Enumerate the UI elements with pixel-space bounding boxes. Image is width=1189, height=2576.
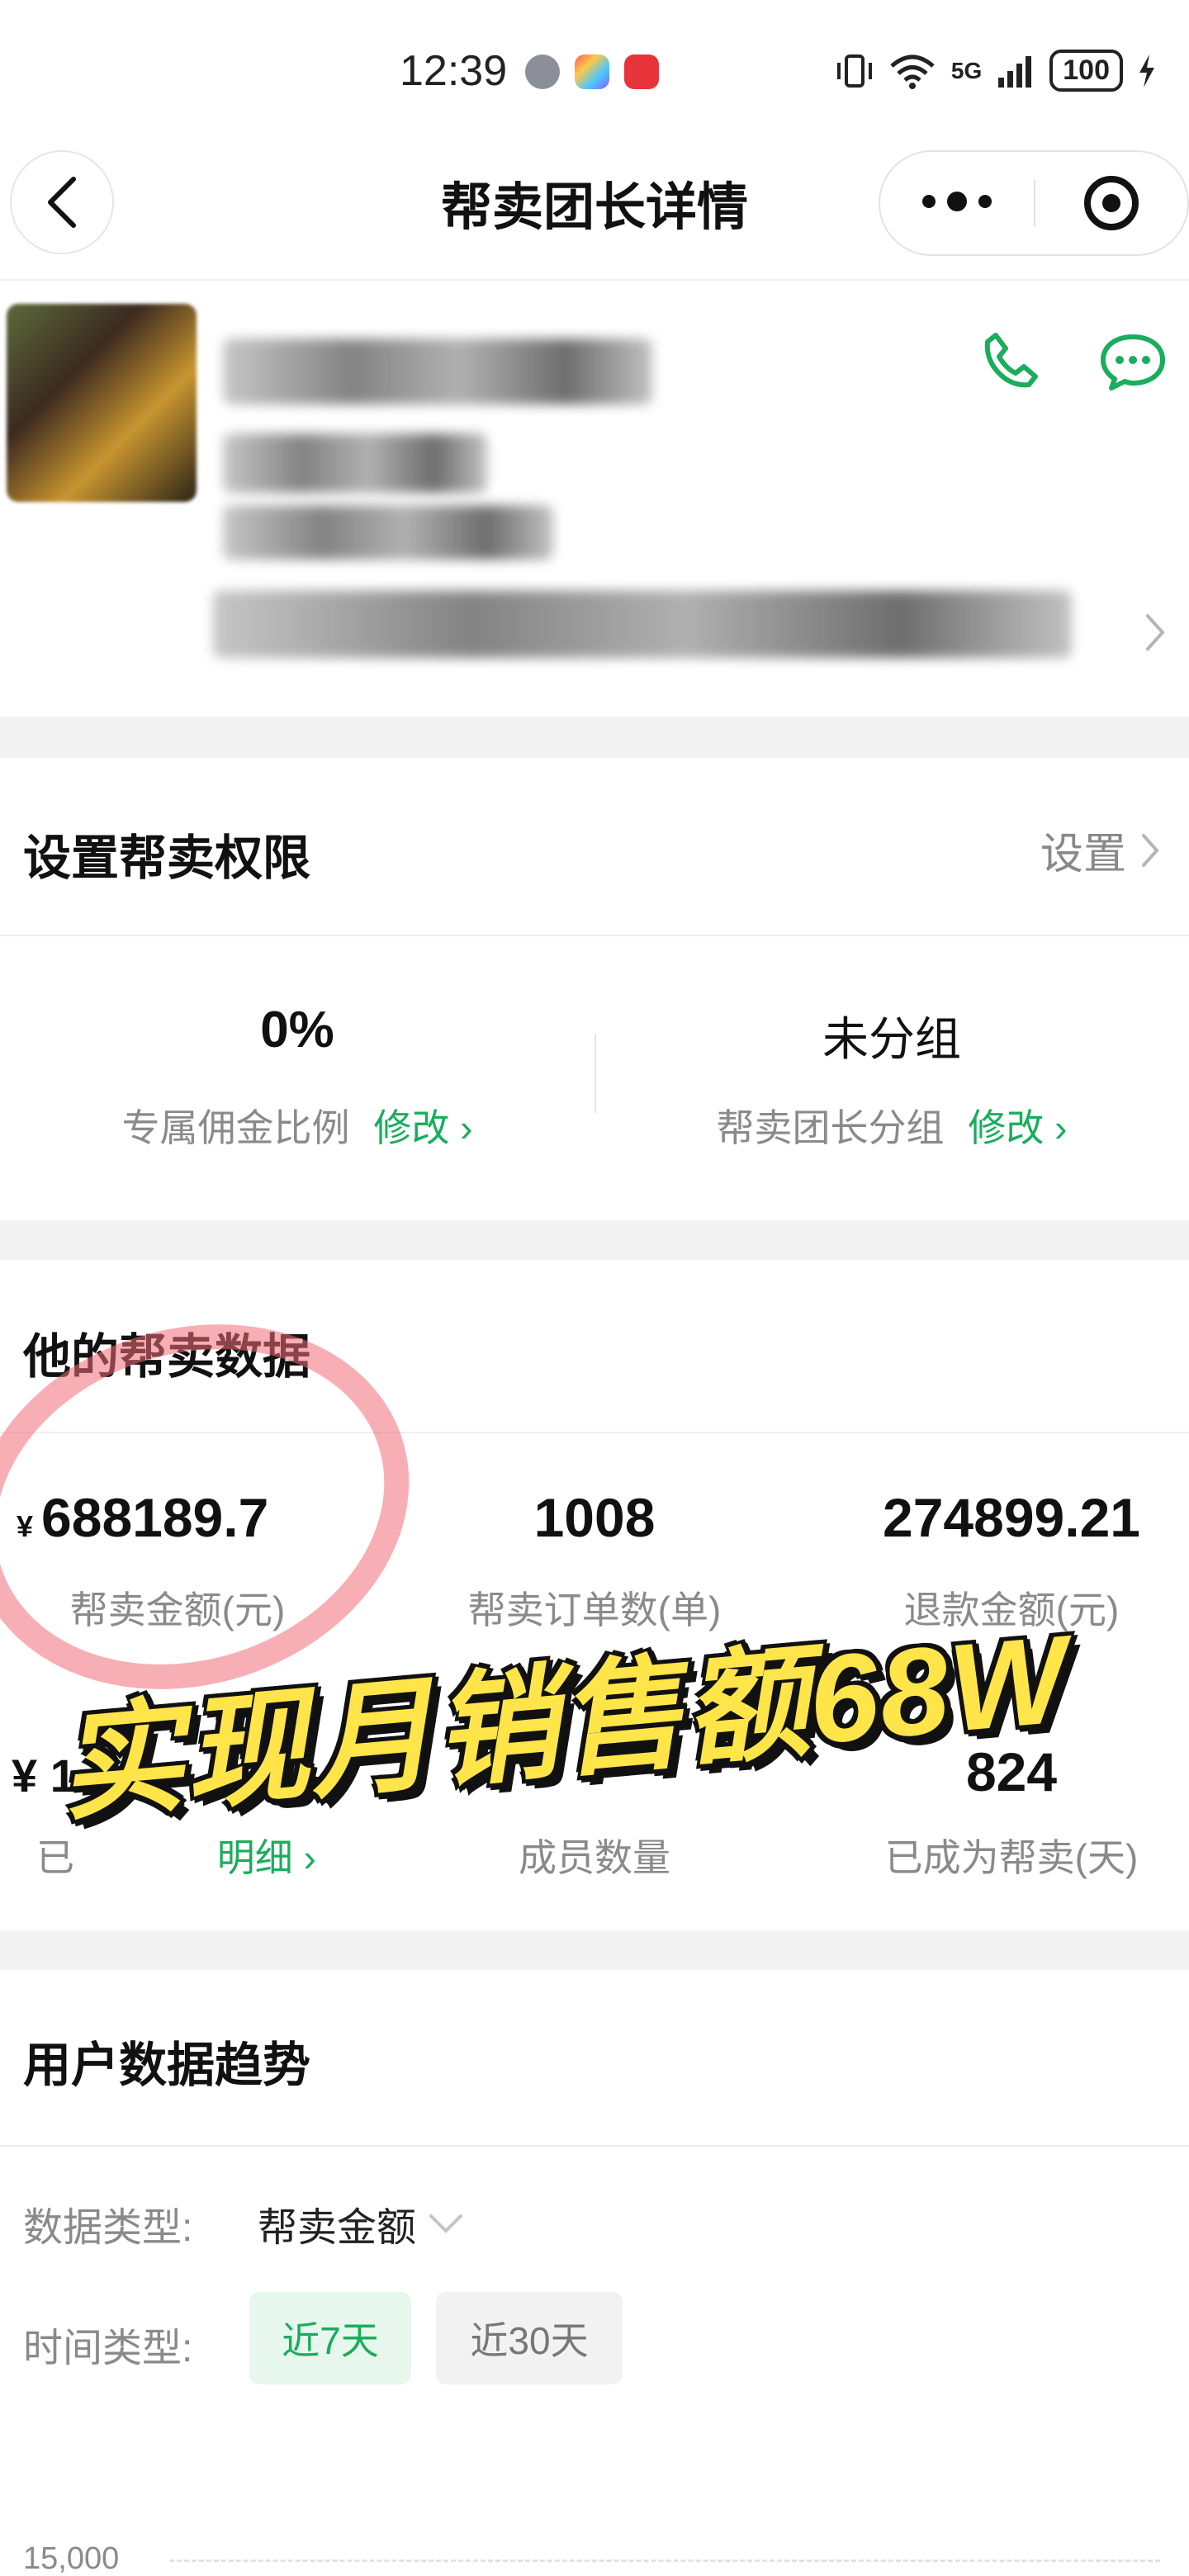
range-7-days-tab[interactable]: 近7天: [249, 2292, 411, 2384]
chat-icon[interactable]: [1100, 334, 1166, 395]
permission-settings-link[interactable]: 设置: [1040, 819, 1159, 881]
status-app-icons: [525, 54, 659, 89]
avatar[interactable]: [7, 304, 197, 502]
section-divider: [0, 935, 1189, 936]
range-30-days-tab[interactable]: 近30天: [436, 2292, 623, 2384]
data-type-select[interactable]: 帮卖金额: [258, 2195, 464, 2252]
nav-divider: [0, 279, 1189, 281]
order-count-value: 1008: [533, 1487, 656, 1548]
gallery-app-icon: [575, 54, 609, 89]
refund-amount-value: 274899.21: [883, 1487, 1140, 1548]
redacted-info-line: [223, 433, 487, 493]
mini-program-capsule: [879, 150, 1189, 256]
redacted-info-line: [223, 505, 553, 560]
group-row: 帮卖团长分组 修改 ›: [594, 1098, 1189, 1153]
chevron-right-icon[interactable]: [1144, 613, 1166, 656]
status-time: 12:39: [400, 47, 508, 95]
battery-indicator: 100: [1049, 50, 1123, 92]
commission-detail-link[interactable]: 明细 ›: [217, 1836, 316, 1879]
section-gap: [0, 1220, 1189, 1260]
settings-link-label: 设置: [1040, 831, 1126, 878]
phone-icon[interactable]: [981, 330, 1040, 394]
vibrate-icon: [836, 54, 872, 88]
status-indicators: 5G 100: [836, 50, 1156, 92]
redacted-name: [223, 339, 652, 405]
group-edit-link[interactable]: 修改 ›: [968, 1106, 1067, 1149]
chevron-right-icon: [1142, 833, 1159, 867]
wifi-icon: [890, 54, 935, 89]
chevron-down-icon: [429, 2214, 463, 2233]
commission-edit-link[interactable]: 修改 ›: [373, 1106, 472, 1149]
permission-title: 设置帮卖权限: [23, 831, 311, 885]
data-type-value: 帮卖金额: [258, 2206, 417, 2250]
more-dot-icon: [947, 192, 967, 211]
chart-gridline: [169, 2559, 1160, 2562]
helper-days-label: 已成为帮卖(天): [884, 1836, 1139, 1879]
time-type-label: 时间类型:: [23, 2327, 193, 2370]
more-menu-button[interactable]: [880, 192, 1034, 211]
charging-icon: [1139, 54, 1154, 88]
signal-icon: [998, 55, 1032, 88]
commission-rate-value: 0%: [260, 1002, 334, 1058]
trend-title: 用户数据趋势: [23, 2039, 311, 2092]
status-bar: 12:39 5G 100: [0, 0, 1189, 140]
section-gap: [0, 1930, 1189, 1970]
close-mini-program-button[interactable]: [1035, 176, 1187, 230]
network-type: 5G: [950, 57, 983, 83]
target-icon: [1084, 176, 1139, 230]
group-label: 帮卖团长分组: [716, 1106, 945, 1149]
settings-app-icon: [525, 54, 560, 89]
redacted-info-line: [213, 590, 1072, 658]
section-divider: [0, 2145, 1189, 2147]
commission-rate-row: 专属佣金比例 修改 ›: [0, 1098, 594, 1153]
more-dot-icon: [978, 195, 992, 208]
notes-app-icon: [624, 54, 659, 89]
section-gap: [0, 717, 1189, 758]
commission-rate-label: 专属佣金比例: [121, 1106, 350, 1149]
member-count-label: 成员数量: [519, 1836, 670, 1879]
group-value: 未分组: [822, 1013, 961, 1065]
more-dot-icon: [922, 195, 936, 208]
data-type-label: 数据类型:: [23, 2206, 193, 2250]
chart-y-tick: 15,000: [23, 2541, 120, 2576]
